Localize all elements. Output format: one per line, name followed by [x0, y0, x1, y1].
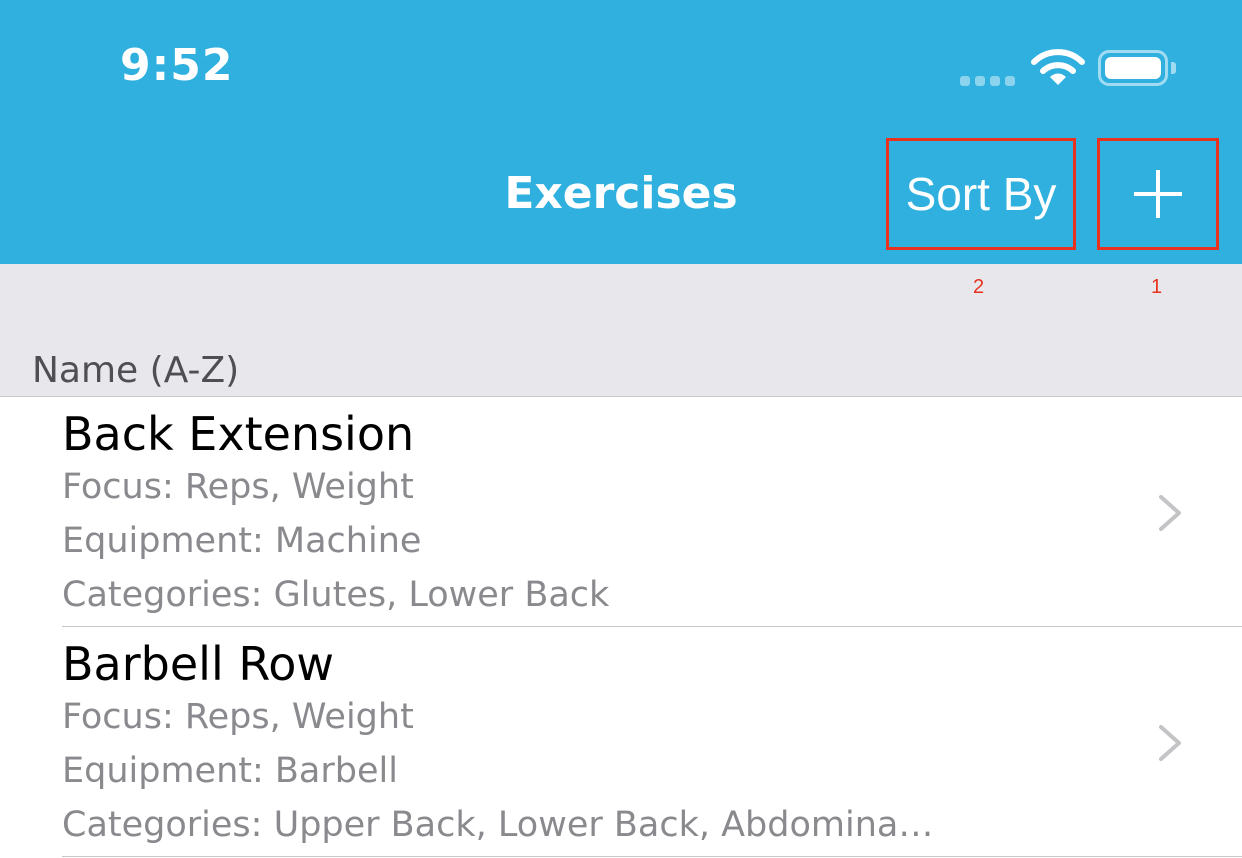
- cellular-signal-icon: [960, 76, 1016, 86]
- exercise-name: Back Extension: [62, 407, 415, 461]
- section-header-sort-order: Name (A-Z): [32, 350, 240, 391]
- exercise-focus: Focus: Reps, Weight: [62, 467, 414, 507]
- row-separator: [62, 856, 1242, 857]
- status-time: 9:52: [120, 40, 234, 91]
- exercise-categories: Categories: Glutes, Lower Back: [62, 575, 610, 615]
- exercise-row[interactable]: Barbell Row Focus: Reps, Weight Equipmen…: [0, 627, 1242, 857]
- exercise-categories: Categories: Upper Back, Lower Back, Abdo…: [62, 805, 934, 845]
- chevron-right-icon: [1159, 495, 1181, 531]
- sort-by-button[interactable]: Sort By: [886, 138, 1076, 250]
- battery-tip: [1171, 62, 1176, 74]
- exercise-equipment: Equipment: Barbell: [62, 751, 398, 791]
- page-title: Exercises: [504, 168, 738, 219]
- exercise-focus: Focus: Reps, Weight: [62, 697, 414, 737]
- exercise-name: Barbell Row: [62, 637, 335, 691]
- add-exercise-button[interactable]: [1097, 138, 1219, 250]
- navigation-bar: 9:52 Exercises Sort By: [0, 0, 1242, 264]
- annotation-marker-sort: 2: [973, 276, 985, 298]
- sort-by-label: Sort By: [905, 168, 1057, 220]
- wifi-icon: [1031, 49, 1085, 85]
- annotation-marker-add: 1: [1151, 276, 1163, 298]
- chevron-right-icon: [1159, 725, 1181, 761]
- exercise-equipment: Equipment: Machine: [62, 521, 422, 561]
- battery-level: [1105, 57, 1161, 79]
- plus-icon: [1134, 170, 1182, 218]
- battery-icon: [1098, 50, 1168, 86]
- exercise-row[interactable]: Back Extension Focus: Reps, Weight Equip…: [0, 397, 1242, 627]
